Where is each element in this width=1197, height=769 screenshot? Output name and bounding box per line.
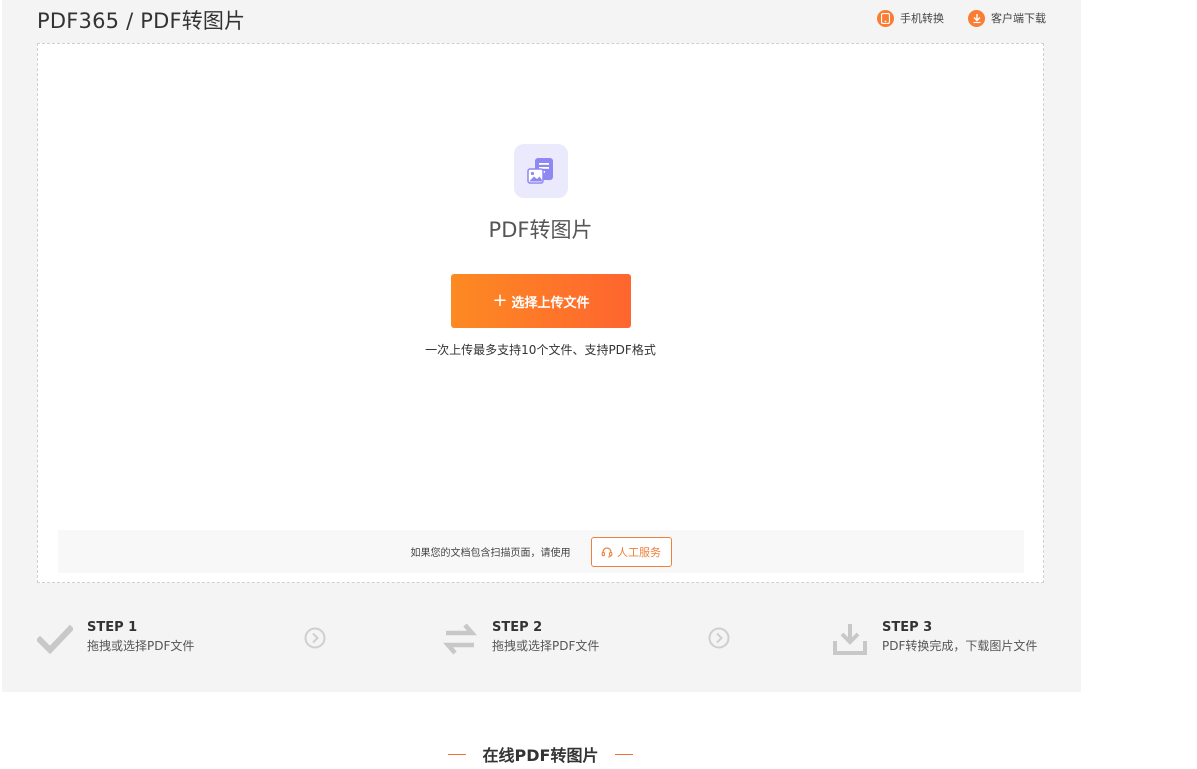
step-1-desc: 拖拽或选择PDF文件: [87, 639, 195, 653]
page-title: PDF365 / PDF转图片: [37, 9, 246, 33]
step-2-desc: 拖拽或选择PDF文件: [492, 639, 600, 653]
plus-icon: +: [492, 290, 508, 311]
upload-dropzone[interactable]: PDF转图片 + 选择上传文件 一次上传最多支持10个文件、支持PDF格式 如果…: [37, 43, 1044, 583]
manual-service-label: 人工服务: [617, 545, 661, 559]
check-icon: [37, 624, 73, 655]
scan-notice-bar: 如果您的文档包含扫描页面，请使用 人工服务: [58, 530, 1024, 573]
mobile-convert-link[interactable]: 手机转换: [877, 9, 944, 27]
step-3: STEP 3 PDF转换完成，下载图片文件: [832, 620, 1037, 657]
step-1: STEP 1 拖拽或选择PDF文件: [37, 620, 194, 657]
upload-button-label: 选择上传文件: [511, 295, 590, 311]
pdf-to-image-icon: [514, 144, 568, 198]
mobile-convert-label: 手机转换: [900, 12, 944, 25]
client-download-label: 客户端下载: [991, 12, 1046, 25]
upload-note: 一次上传最多支持10个文件、支持PDF格式: [425, 343, 656, 357]
tool-title: PDF转图片: [488, 218, 593, 242]
scan-notice-text: 如果您的文档包含扫描页面，请使用: [410, 548, 571, 559]
main-panel: PDF365 / PDF转图片 手机转换 客户端下载 PDF转图片 + 选择上传…: [2, 0, 1081, 692]
step-2: STEP 2 拖拽或选择PDF文件: [442, 620, 599, 657]
headset-icon: [601, 546, 613, 557]
step-3-desc: PDF转换完成，下载图片文件: [882, 639, 1038, 653]
chevron-right-icon: [304, 627, 326, 649]
step-2-label: STEP 2: [492, 620, 543, 635]
chevron-right-icon: [708, 627, 730, 649]
convert-icon: [443, 623, 477, 655]
section-heading-text: 在线PDF转图片: [482, 746, 599, 765]
step-1-label: STEP 1: [87, 620, 138, 635]
heading-dash-left: [447, 753, 466, 755]
client-download-link[interactable]: 客户端下载: [968, 9, 1046, 27]
mobile-icon: [877, 9, 894, 27]
upload-file-button[interactable]: + 选择上传文件: [451, 274, 631, 328]
heading-dash-right: [615, 753, 634, 755]
manual-service-button[interactable]: 人工服务: [590, 536, 672, 567]
step-3-label: STEP 3: [882, 620, 933, 635]
download-tray-icon: [833, 624, 867, 655]
section-heading: 在线PDF转图片: [0, 742, 1081, 766]
download-icon: [968, 9, 985, 27]
